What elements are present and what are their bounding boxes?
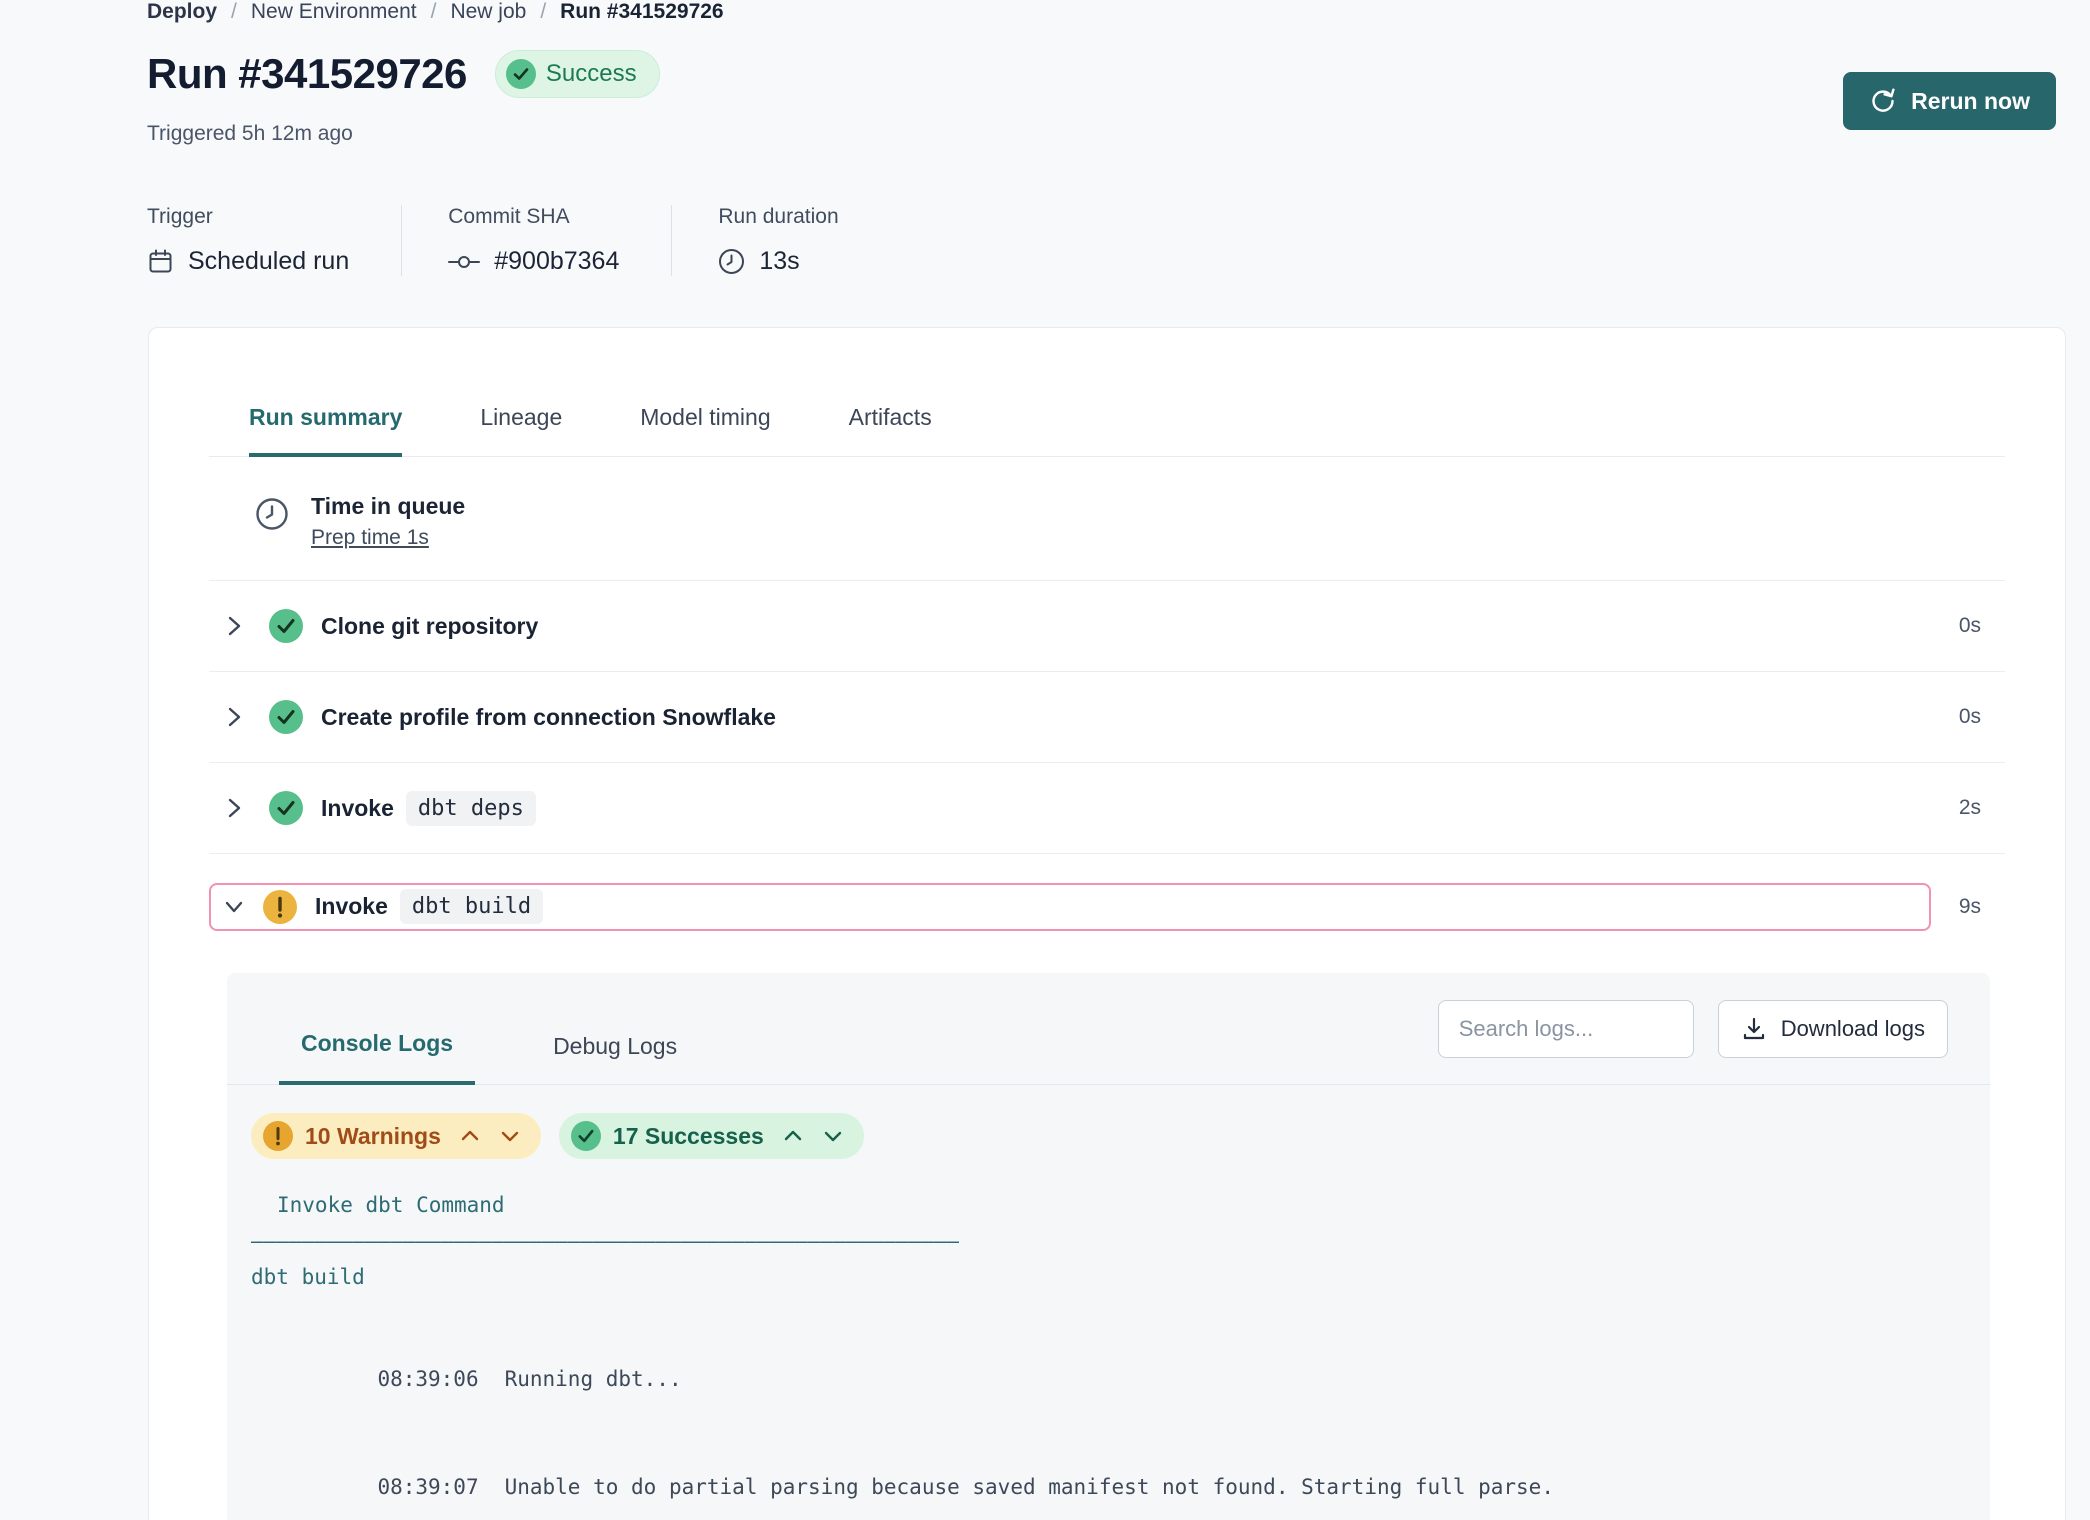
breadcrumb-deploy[interactable]: Deploy xyxy=(147,0,217,24)
step-duration: 2s xyxy=(1959,796,2005,820)
tab-console-logs[interactable]: Console Logs xyxy=(279,1030,475,1085)
clock-icon xyxy=(255,497,289,550)
success-check-icon xyxy=(269,791,303,825)
step-label: Clone git repository xyxy=(321,613,538,640)
calendar-icon xyxy=(147,248,174,275)
meta-commit: Commit SHA #900b7364 xyxy=(401,205,671,276)
step-label: Create profile from connection Snowflake xyxy=(321,704,776,731)
tab-lineage[interactable]: Lineage xyxy=(480,390,562,456)
step-invoke-dbt-build[interactable]: Invoke dbt build xyxy=(209,883,1931,931)
breadcrumb: Deploy / New Environment / New job / Run… xyxy=(147,0,724,24)
warning-icon xyxy=(263,890,297,924)
chevron-down-icon[interactable] xyxy=(221,898,247,916)
time-in-queue-section: Time in queue Prep time 1s xyxy=(209,457,2005,581)
warning-icon xyxy=(263,1121,293,1151)
log-line-divider: ————————————————————————————————————————… xyxy=(251,1223,1968,1259)
console-logs-panel: Console Logs Debug Logs Download logs xyxy=(227,973,1990,1520)
download-logs-label: Download logs xyxy=(1781,1016,1925,1042)
meta-duration-label: Run duration xyxy=(718,205,838,229)
download-icon xyxy=(1741,1016,1767,1042)
page-title: Run #341529726 xyxy=(147,50,467,98)
download-logs-button[interactable]: Download logs xyxy=(1718,1000,1948,1058)
run-detail-page: Deploy / New Environment / New job / Run… xyxy=(0,0,2090,1520)
successes-pill[interactable]: 17 Successes xyxy=(559,1113,864,1159)
log-line: 08:39:07Unable to do partial parsing bec… xyxy=(251,1433,1968,1520)
meta-commit-label: Commit SHA xyxy=(448,205,619,229)
breadcrumb-separator: / xyxy=(231,0,237,24)
breadcrumb-separator: / xyxy=(540,0,546,24)
step-create-profile-snowflake[interactable]: Create profile from connection Snowflake… xyxy=(209,672,2005,763)
step-invoke-dbt-deps[interactable]: Invoke dbt deps 2s xyxy=(209,763,2005,854)
status-badge-label: Success xyxy=(546,60,637,88)
warnings-next-icon[interactable] xyxy=(499,1128,521,1144)
run-tabs: Run summary Lineage Model timing Artifac… xyxy=(209,390,2005,457)
rerun-refresh-icon xyxy=(1869,87,1897,115)
chevron-right-icon[interactable] xyxy=(221,795,247,821)
step-command-chip: dbt build xyxy=(400,889,543,924)
step-duration: 0s xyxy=(1959,614,2005,638)
prep-time-link[interactable]: Prep time 1s xyxy=(311,526,465,550)
success-check-icon xyxy=(269,700,303,734)
tab-artifacts[interactable]: Artifacts xyxy=(849,390,932,456)
clock-icon xyxy=(718,248,745,275)
step-command-chip: dbt deps xyxy=(406,791,536,826)
status-badge: Success xyxy=(495,50,660,98)
successes-count-label: 17 Successes xyxy=(613,1123,764,1150)
rerun-now-label: Rerun now xyxy=(1911,88,2030,115)
warnings-count-label: 10 Warnings xyxy=(305,1123,441,1150)
successes-prev-icon[interactable] xyxy=(782,1128,804,1144)
log-output: Invoke dbt Command —————————————————————… xyxy=(227,1165,1990,1520)
step-duration: 0s xyxy=(1959,705,2005,729)
breadcrumb-new-environment[interactable]: New Environment xyxy=(251,0,417,24)
git-commit-icon xyxy=(448,252,480,272)
log-line: Invoke dbt Command xyxy=(251,1187,1968,1223)
search-logs-input[interactable] xyxy=(1438,1000,1694,1058)
warnings-pill[interactable]: 10 Warnings xyxy=(251,1113,541,1159)
log-line: 08:39:06Running dbt... xyxy=(251,1325,1968,1433)
triggered-timestamp: Triggered 5h 12m ago xyxy=(147,122,353,146)
step-label: Invoke xyxy=(315,893,388,920)
log-tabs: Console Logs Debug Logs xyxy=(301,973,677,1084)
tab-run-summary[interactable]: Run summary xyxy=(249,390,402,457)
log-summary-badges: 10 Warnings 17 Successes xyxy=(227,1085,1990,1165)
breadcrumb-current-run: Run #341529726 xyxy=(560,0,723,24)
meta-trigger: Trigger Scheduled run xyxy=(147,205,401,276)
console-header: Console Logs Debug Logs Download logs xyxy=(227,973,1990,1085)
chevron-right-icon[interactable] xyxy=(221,613,247,639)
tab-debug-logs[interactable]: Debug Logs xyxy=(553,1033,677,1084)
run-summary-card: Run summary Lineage Model timing Artifac… xyxy=(148,327,2066,1520)
warnings-prev-icon[interactable] xyxy=(459,1128,481,1144)
step-invoke-dbt-build-row: Invoke dbt build 9s xyxy=(209,854,2005,959)
time-in-queue-title: Time in queue xyxy=(311,493,465,520)
success-check-icon xyxy=(269,609,303,643)
run-meta: Trigger Scheduled run Commit SHA #900b73… xyxy=(147,205,891,276)
chevron-right-icon[interactable] xyxy=(221,704,247,730)
step-duration: 9s xyxy=(1959,895,2005,919)
meta-commit-value: #900b7364 xyxy=(494,247,619,276)
step-label: Invoke xyxy=(321,795,394,822)
success-check-icon xyxy=(506,59,536,89)
meta-duration-value: 13s xyxy=(759,247,799,276)
meta-trigger-label: Trigger xyxy=(147,205,349,229)
rerun-now-button[interactable]: Rerun now xyxy=(1843,72,2056,130)
meta-trigger-value: Scheduled run xyxy=(188,247,349,276)
meta-duration: Run duration 13s xyxy=(671,205,890,276)
breadcrumb-new-job[interactable]: New job xyxy=(450,0,526,24)
successes-next-icon[interactable] xyxy=(822,1128,844,1144)
breadcrumb-separator: / xyxy=(431,0,437,24)
log-line-blank xyxy=(251,1295,1968,1325)
log-line: dbt build xyxy=(251,1259,1968,1295)
success-check-icon xyxy=(571,1121,601,1151)
tab-model-timing[interactable]: Model timing xyxy=(640,390,770,456)
step-clone-git-repository[interactable]: Clone git repository 0s xyxy=(209,581,2005,672)
